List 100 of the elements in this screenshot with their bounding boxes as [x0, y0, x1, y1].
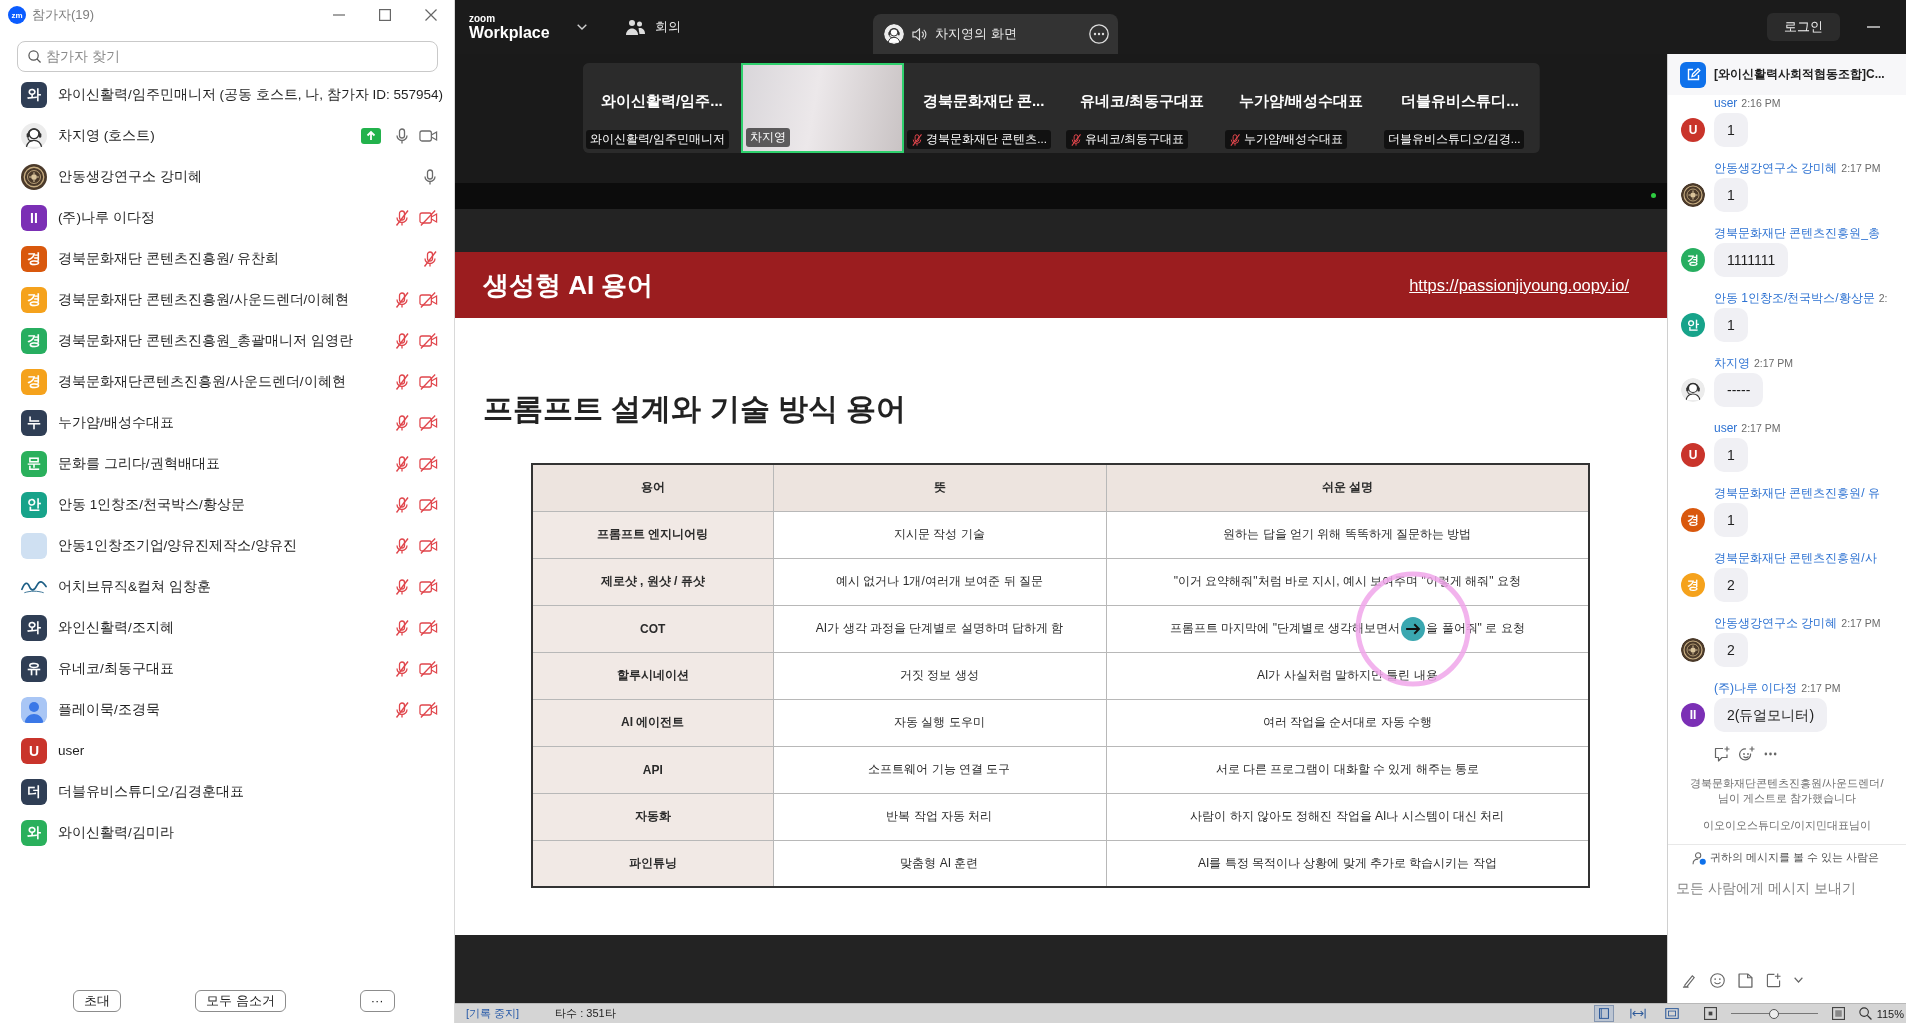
participant-tile[interactable]: 차지영	[741, 63, 905, 153]
camera-icon[interactable]	[419, 127, 438, 144]
person-icon	[1692, 850, 1706, 865]
add-reaction-icon[interactable]	[1739, 746, 1755, 762]
compose-icon[interactable]	[1680, 61, 1706, 88]
initial-avatar: U	[1681, 443, 1705, 467]
sender-name: (주)나루 이다정	[1714, 680, 1798, 696]
caret-down-icon[interactable]	[1794, 977, 1803, 983]
muted-microphone-icon[interactable]	[394, 291, 410, 308]
screen-share-tab[interactable]: 차지영의 화면	[873, 14, 1118, 54]
initial-avatar: 경	[1681, 573, 1705, 597]
invite-button[interactable]: 초대	[73, 990, 121, 1012]
record-status: [기록 중지]	[466, 1006, 520, 1021]
sender-name: 경북문화재단 콘텐츠진흥원/ 유	[1714, 485, 1880, 501]
table-cell: AI 에이전트	[532, 699, 773, 746]
camera-off-icon[interactable]	[419, 496, 438, 513]
reply-icon[interactable]	[1714, 746, 1730, 762]
microphone-icon[interactable]	[422, 168, 438, 185]
initial-avatar: 문	[21, 450, 47, 477]
page-icon[interactable]	[1703, 1007, 1717, 1020]
headset-avatar-icon	[21, 122, 47, 149]
initial-avatar: 안	[1681, 313, 1705, 337]
muted-microphone-icon[interactable]	[394, 701, 410, 718]
participant-label: 유네코/최동구대표	[1085, 132, 1185, 147]
slider-thumb[interactable]	[1769, 1008, 1780, 1019]
headset-avatar-icon	[884, 24, 904, 44]
format-icon[interactable]	[1682, 972, 1697, 988]
slide-heading: 프롬프트 설계와 기술 방식 용어	[483, 391, 907, 427]
muted-microphone-icon[interactable]	[394, 455, 410, 472]
login-button[interactable]: 로그인	[1767, 13, 1840, 41]
indicator-dot-icon	[1651, 193, 1656, 198]
camera-off-icon[interactable]	[419, 373, 438, 390]
message-bubble: 1	[1714, 113, 1748, 147]
initial-avatar: II	[21, 204, 47, 231]
slide-link[interactable]: https://passionjiyoung.oopy.io/	[1409, 275, 1629, 295]
camera-off-icon[interactable]	[419, 619, 438, 636]
table-cell: 프롬프트 엔지니어링	[532, 511, 773, 558]
camera-off-icon[interactable]	[419, 414, 438, 431]
muted-microphone-icon[interactable]	[394, 660, 410, 677]
meeting-button[interactable]: 회의	[625, 13, 681, 41]
camera-off-icon[interactable]	[419, 537, 438, 554]
chat-title: [와이신활력사회적협동조합]C...	[1714, 66, 1885, 83]
sender-name: 차지영	[1714, 355, 1750, 371]
camera-off-icon[interactable]	[419, 209, 438, 226]
message-time: 2:17 PM	[1754, 356, 1794, 371]
message-bubble: 1111111	[1714, 243, 1789, 277]
camera-off-icon[interactable]	[419, 701, 438, 718]
participant-tile[interactable]: 와이신활력/임주... 와이신활력/임주민매니저	[582, 63, 742, 153]
file-icon[interactable]	[1738, 972, 1753, 988]
muted-microphone-icon[interactable]	[394, 496, 410, 513]
participant-name: 차지영 (호스트)	[58, 126, 156, 145]
tile-name: 유네코/최동구대표	[1080, 91, 1205, 111]
tile-name: 더블유비스튜디...	[1401, 91, 1519, 111]
close-icon[interactable]	[425, 9, 437, 21]
tile-name: 와이신활력/임주...	[601, 91, 723, 111]
camera-off-icon[interactable]	[419, 660, 438, 677]
initial-avatar: 경	[1681, 508, 1705, 532]
table-cell: 지시문 작성 기술	[773, 511, 1106, 558]
tile-name: 경북문화재단 콘...	[922, 91, 1045, 111]
fit-page-icon[interactable]	[1831, 1007, 1845, 1020]
muted-microphone-icon[interactable]	[394, 373, 410, 390]
emblem-avatar-icon	[1681, 183, 1705, 207]
sender-name: 경북문화재단 콘텐츠진흥원/사	[1714, 550, 1877, 566]
microphone-icon[interactable]	[394, 127, 410, 144]
maximize-icon[interactable]	[379, 9, 391, 21]
window-title: 참가자(19)	[32, 6, 96, 24]
participant-label: 와이신활력/임주민매니저	[589, 132, 725, 147]
muted-microphone-icon[interactable]	[394, 414, 410, 431]
muted-microphone-icon[interactable]	[394, 209, 410, 226]
muted-microphone-icon[interactable]	[394, 619, 410, 636]
mute-all-button[interactable]: 모두 음소거	[195, 990, 286, 1012]
initial-avatar: 유	[21, 655, 47, 682]
participant-tile[interactable]: 누가얌/배성수대표 누가얌/배성수대표	[1221, 63, 1381, 153]
participant-label: 누가얌/배성수대표	[1243, 132, 1343, 147]
emoji-icon[interactable]	[1710, 972, 1725, 988]
muted-microphone-icon[interactable]	[394, 578, 410, 595]
camera-off-icon[interactable]	[419, 455, 438, 472]
search-field[interactable]: 참가자 찾기	[17, 41, 438, 72]
participant-name: 더블유비스튜디오/김경훈대표	[58, 782, 245, 801]
message-bubble: 1	[1714, 503, 1748, 537]
participant-tile[interactable]: 더블유비스튜디... 더블유비스튜디오/김경...	[1380, 63, 1540, 153]
search-icon	[28, 50, 41, 63]
more-icon[interactable]	[1764, 752, 1777, 756]
camera-off-icon[interactable]	[419, 291, 438, 308]
screenshot-icon[interactable]	[1766, 972, 1781, 988]
participant-label: 더블유비스튜디오/김경...	[1387, 132, 1521, 147]
muted-microphone-icon[interactable]	[394, 332, 410, 349]
participant-tile[interactable]: 유네코/최동구대표 유네코/최동구대표	[1063, 63, 1222, 153]
table-cell-text: 프롬프트 마지막에 "단계별로 생각해보면서	[1170, 621, 1401, 635]
page-view-icon[interactable]	[1593, 1005, 1614, 1022]
table-cell: 반복 작업 자동 처리	[773, 793, 1106, 840]
muted-microphone-icon[interactable]	[394, 537, 410, 554]
zoom-icon[interactable]	[1858, 1007, 1872, 1020]
people-icon	[625, 19, 645, 35]
more-button[interactable]: ···	[359, 990, 395, 1012]
participant-tile[interactable]: 경북문화재단 콘... 경북문화재단 콘텐츠...	[904, 63, 1063, 153]
more-icon[interactable]	[1089, 24, 1109, 44]
camera-off-icon[interactable]	[419, 578, 438, 595]
camera-off-icon[interactable]	[419, 332, 438, 349]
muted-microphone-icon[interactable]	[422, 250, 438, 267]
